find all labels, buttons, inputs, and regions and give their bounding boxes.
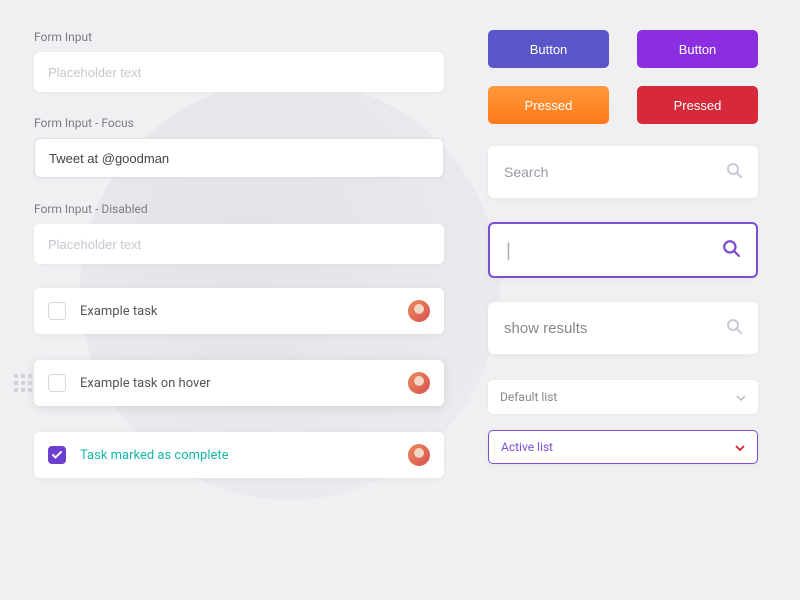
form-input-default[interactable]	[34, 52, 444, 92]
text-cursor: |	[506, 240, 511, 260]
chevron-down-icon	[735, 440, 745, 454]
search-box-focus[interactable]: |	[488, 222, 758, 278]
search-icon	[726, 162, 742, 182]
checkbox-icon[interactable]	[48, 302, 66, 320]
form-input-disabled	[34, 224, 444, 264]
button-indigo[interactable]: Button	[488, 30, 609, 68]
checkbox-checked-icon[interactable]	[48, 446, 66, 464]
button-purple[interactable]: Button	[637, 30, 758, 68]
search-input-results[interactable]	[504, 320, 726, 336]
checkbox-icon[interactable]	[48, 374, 66, 392]
avatar	[408, 372, 430, 394]
task-label: Example task	[80, 304, 158, 319]
select-label: Active list	[501, 440, 553, 454]
search-input[interactable]	[504, 164, 726, 180]
search-icon	[722, 239, 740, 261]
input-label-focus: Form Input - Focus	[34, 116, 444, 130]
task-label: Task marked as complete	[80, 448, 229, 463]
search-box-results[interactable]	[488, 302, 758, 354]
task-row[interactable]: Example task	[34, 288, 444, 334]
chevron-down-icon	[736, 390, 746, 404]
select-default[interactable]: Default list	[488, 380, 758, 414]
avatar	[408, 300, 430, 322]
input-label-disabled: Form Input - Disabled	[34, 202, 444, 216]
input-label-default: Form Input	[34, 30, 444, 44]
button-orange-pressed[interactable]: Pressed	[488, 86, 609, 124]
search-icon	[726, 318, 742, 338]
task-row-complete[interactable]: Task marked as complete	[34, 432, 444, 478]
task-label: Example task on hover	[80, 376, 211, 391]
select-active[interactable]: Active list	[488, 430, 758, 464]
search-box[interactable]	[488, 146, 758, 198]
select-label: Default list	[500, 390, 557, 404]
avatar	[408, 444, 430, 466]
task-row-hover[interactable]: Example task on hover	[34, 360, 444, 406]
form-input-focus[interactable]	[34, 138, 444, 178]
button-red-pressed[interactable]: Pressed	[637, 86, 758, 124]
drag-handle-icon[interactable]	[14, 374, 32, 392]
